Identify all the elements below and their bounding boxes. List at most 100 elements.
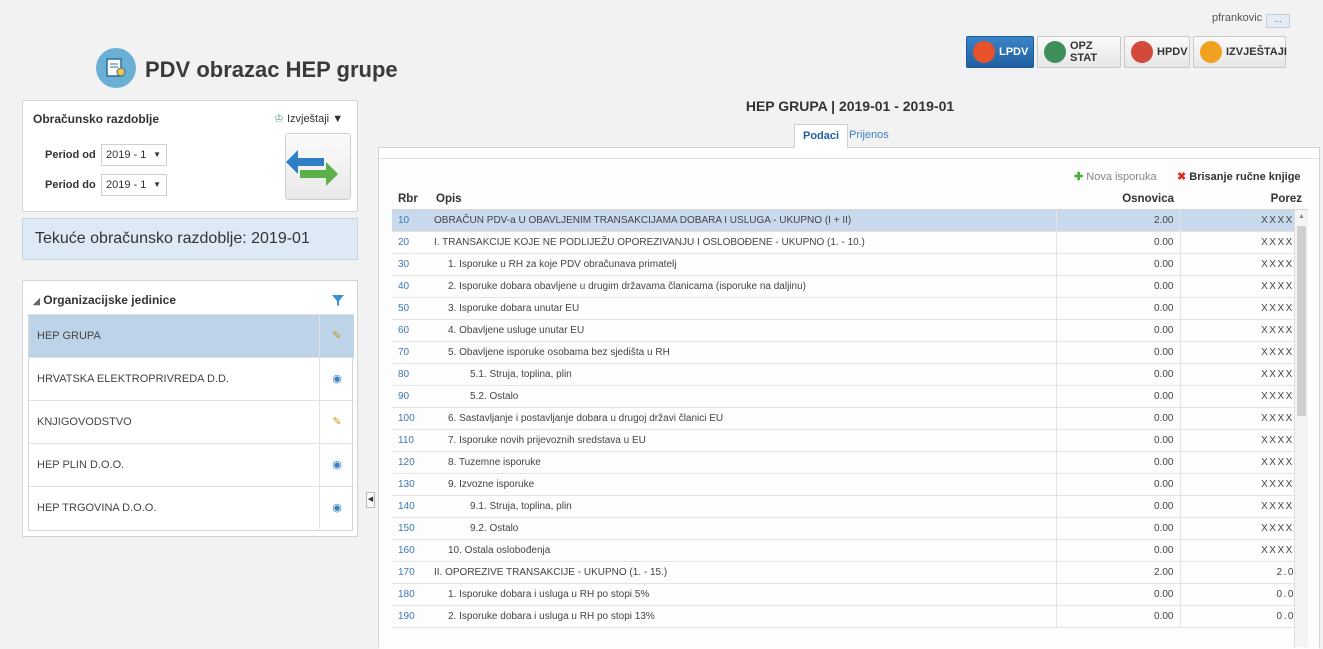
table-row[interactable]: 130 9. Izvozne isporuke 0.00 XXXXX xyxy=(392,473,1308,496)
cell-porez: XXXXX xyxy=(1179,517,1308,540)
report-title: HEP GRUPA | 2019-01 - 2019-01 xyxy=(745,98,955,114)
column-header-opis[interactable]: Opis xyxy=(430,188,1056,210)
user-name[interactable]: pfrankovic xyxy=(1212,12,1262,24)
cell-porez: XXXXX xyxy=(1179,231,1308,254)
org-item-hrvatska-elektroprivreda[interactable]: HRVATSKA ELEKTROPRIVREDA D.D. ◉ xyxy=(29,357,354,400)
tab-prijenos[interactable]: Prijenos xyxy=(841,124,897,148)
reports-dropdown[interactable]: ♔ Izvještaji ▼ xyxy=(274,112,343,125)
table-row[interactable]: 150 9.2. Ostalo 0.00 XXXXX xyxy=(392,517,1308,540)
cell-osnovica: 0.00 xyxy=(1055,451,1180,474)
cell-osnovica: 0.00 xyxy=(1055,385,1180,408)
view-icon[interactable]: ◉ xyxy=(319,487,354,529)
delete-manual-book-label: Brisanje ručne knjige xyxy=(1189,171,1301,183)
cell-opis: I. TRANSAKCIJE KOJE NE PODLIJEŽU OPOREZI… xyxy=(430,231,1056,254)
cell-rbr: 110 xyxy=(392,429,430,452)
delete-manual-book-button[interactable]: ✖ Brisanje ručne knjige xyxy=(1177,170,1301,183)
table-row[interactable]: 180 1. Isporuke dobara i usluga u RH po s… xyxy=(392,583,1308,606)
table-row[interactable]: 60 4. Obavljene usluge unutar EU 0.00 XXXXX xyxy=(392,319,1308,342)
org-item-label: HRVATSKA ELEKTROPRIVREDA D.D. xyxy=(37,373,229,385)
cell-rbr: 70 xyxy=(392,341,430,364)
org-item-label: HEP TRGOVINA D.O.O. xyxy=(37,502,157,514)
cell-osnovica: 0.00 xyxy=(1055,517,1180,540)
org-item-label: KNJIGOVODSTVO xyxy=(37,416,132,428)
nav-lpdv-button[interactable]: LPDV xyxy=(966,36,1034,68)
org-item-label: HEP PLIN D.O.O. xyxy=(37,459,125,471)
collapse-panel-toggle[interactable]: ◀ xyxy=(366,492,375,508)
table-row[interactable]: 10 OBRAČUN PDV-a U OBAVLJENIM TRANSAKCIJA… xyxy=(392,209,1308,232)
cell-porez: 0.00 xyxy=(1179,583,1308,606)
cell-porez: XXXXX xyxy=(1179,275,1308,298)
nav-lpdv-label: LPDV xyxy=(999,46,1029,58)
period-from-select[interactable]: 2019 - 1 ▼ xyxy=(101,144,167,166)
period-from-value: 2019 - 1 xyxy=(106,149,147,161)
period-panel-title: Obračunsko razdoblje xyxy=(33,112,160,126)
nav-hpdv-label: HPDV xyxy=(1157,46,1188,58)
cell-rbr: 40 xyxy=(392,275,430,298)
table-row[interactable]: 190 2. Isporuke dobara i usluga u RH po s… xyxy=(392,605,1308,628)
app-logo-icon xyxy=(96,48,136,88)
table-row[interactable]: 50 3. Isporuke dobara unutar EU 0.00 XXXXX xyxy=(392,297,1308,320)
cell-porez: XXXXX xyxy=(1179,539,1308,562)
table-row[interactable]: 160 10. Ostala oslobođenja 0.00 XXXXX xyxy=(392,539,1308,562)
table-scrollbar[interactable]: ▲ xyxy=(1294,210,1308,647)
table-row[interactable]: 30 1. Isporuke u RH za koje PDV obračunav… xyxy=(392,253,1308,276)
cell-rbr: 60 xyxy=(392,319,430,342)
table-row[interactable]: 120 8. Tuzemne isporuke 0.00 XXXXX xyxy=(392,451,1308,474)
cell-osnovica: 0.00 xyxy=(1055,341,1180,364)
scroll-up-icon[interactable]: ▲ xyxy=(1298,213,1305,220)
column-header-porez[interactable]: Porez xyxy=(1180,188,1308,210)
period-to-value: 2019 - 1 xyxy=(106,179,147,191)
cell-opis: 2. Isporuke dobara i usluga u RH po stop… xyxy=(430,605,1056,628)
period-to-label: Period do xyxy=(45,179,96,191)
cell-porez: 2.00 xyxy=(1179,561,1308,584)
filter-icon[interactable] xyxy=(331,293,345,307)
edit-icon[interactable]: ✎ xyxy=(319,401,354,443)
app-title: PDV obrazac HEP grupe xyxy=(145,57,398,82)
table-row[interactable]: 100 6. Sastavljanje i postavljanje dobara… xyxy=(392,407,1308,430)
cell-porez: XXXXX xyxy=(1179,297,1308,320)
cell-porez: XXXXX xyxy=(1179,341,1308,364)
tab-podaci[interactable]: Podaci xyxy=(794,124,849,148)
table-row[interactable]: 20 I. TRANSAKCIJE KOJE NE PODLIJEŽU OPORE… xyxy=(392,231,1308,254)
cell-rbr: 160 xyxy=(392,539,430,562)
view-icon[interactable]: ◉ xyxy=(319,444,354,486)
edit-icon[interactable]: ✎ xyxy=(319,315,354,357)
org-item-hep-plin[interactable]: HEP PLIN D.O.O. ◉ xyxy=(29,443,354,486)
cell-osnovica: 0.00 xyxy=(1055,473,1180,496)
user-menu-button[interactable]: ... xyxy=(1266,14,1290,28)
nav-izvjestaji-button[interactable]: IZVJEŠTAJI xyxy=(1193,36,1287,68)
table-row[interactable]: 170 II. OPOREZIVE TRANSAKCIJE - UKUPNO (1… xyxy=(392,561,1308,584)
org-item-knjigovodstvo[interactable]: KNJIGOVODSTVO ✎ xyxy=(29,400,354,443)
vat-table: Rbr Opis Osnovica Porez 10 OBRAČUN PDV-a … xyxy=(392,188,1308,628)
table-row[interactable]: 80 5.1. Struja, toplina, plin 0.00 XXXXX xyxy=(392,363,1308,386)
table-row[interactable]: 40 2. Isporuke dobara obavljene u drugim … xyxy=(392,275,1308,298)
table-scrollbar-thumb[interactable] xyxy=(1297,226,1306,416)
org-units-header[interactable]: ◢ Organizacijske jedinice xyxy=(33,293,176,307)
cell-rbr: 30 xyxy=(392,253,430,276)
nav-opz-stat-label: OPZ STAT xyxy=(1070,40,1098,64)
table-row[interactable]: 110 7. Isporuke novih prijevoznih sredsta… xyxy=(392,429,1308,452)
org-item-hep-grupa[interactable]: HEP GRUPA ✎ xyxy=(29,314,354,357)
org-units-title: Organizacijske jedinice xyxy=(43,293,176,307)
table-row[interactable]: 90 5.2. Ostalo 0.00 XXXXX xyxy=(392,385,1308,408)
cell-rbr: 130 xyxy=(392,473,430,496)
view-icon[interactable]: ◉ xyxy=(319,358,354,400)
refresh-button[interactable] xyxy=(285,133,351,200)
cell-opis: 10. Ostala oslobođenja xyxy=(430,539,1056,562)
period-to-select[interactable]: 2019 - 1 ▼ xyxy=(101,174,167,196)
new-delivery-label: Nova isporuka xyxy=(1086,171,1157,183)
column-header-rbr[interactable]: Rbr xyxy=(392,188,430,210)
period-from-label: Period od xyxy=(45,149,96,161)
close-icon: ✖ xyxy=(1177,171,1187,183)
table-row[interactable]: 140 9.1. Struja, toplina, plin 0.00 XXXXX xyxy=(392,495,1308,518)
column-header-osnovica[interactable]: Osnovica xyxy=(1056,188,1180,210)
table-row[interactable]: 70 5. Obavljene isporuke osobama bez sjed… xyxy=(392,341,1308,364)
cell-opis: 8. Tuzemne isporuke xyxy=(430,451,1056,474)
org-item-hep-trgovina[interactable]: HEP TRGOVINA D.O.O. ◉ xyxy=(29,486,354,529)
cell-porez: XXXXX xyxy=(1179,363,1308,386)
nav-opz-stat-button[interactable]: OPZ STAT xyxy=(1037,36,1121,68)
nav-hpdv-button[interactable]: HPDV xyxy=(1124,36,1190,68)
cell-osnovica: 0.00 xyxy=(1055,363,1180,386)
new-delivery-button[interactable]: ✚ Nova isporuka xyxy=(1074,170,1157,183)
cell-osnovica: 0.00 xyxy=(1055,231,1180,254)
